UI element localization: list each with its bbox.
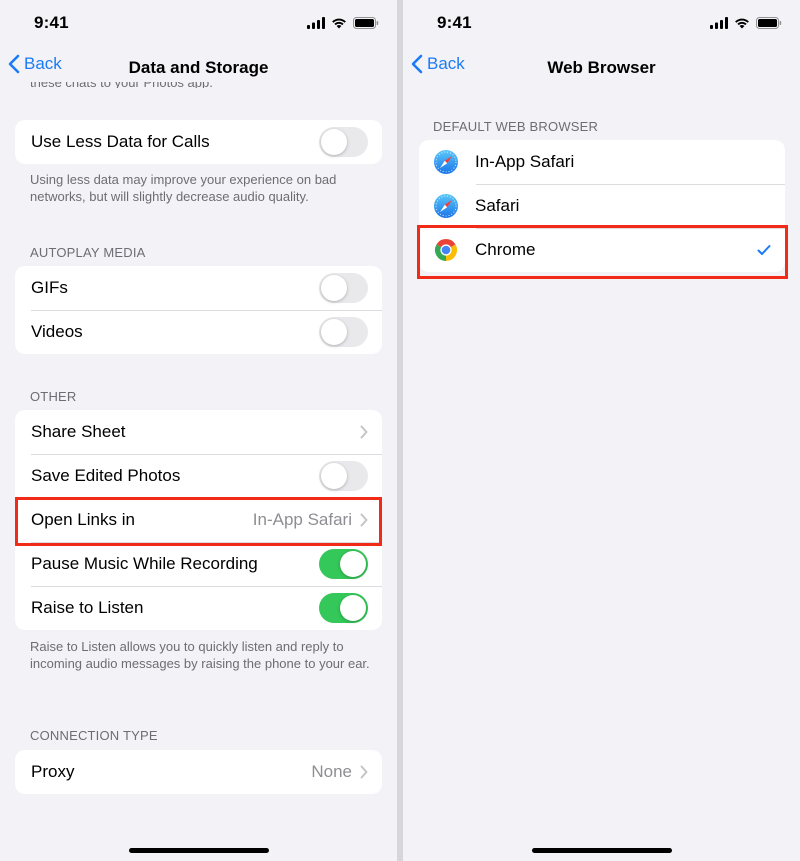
chevron-right-icon (360, 765, 368, 779)
row-share-sheet[interactable]: Share Sheet (15, 410, 382, 454)
chevron-right-icon (360, 425, 368, 439)
row-label: Use Less Data for Calls (31, 132, 210, 151)
status-bar: 9:41 (0, 0, 397, 46)
page-title: Data and Storage (128, 58, 269, 77)
use-less-data-toggle[interactable] (319, 127, 368, 157)
connection-group: Proxy None (15, 750, 382, 794)
row-label: Share Sheet (31, 422, 126, 441)
navigation-bar: Back Web Browser (403, 46, 800, 88)
page-title: Web Browser (547, 58, 656, 77)
wifi-icon (332, 18, 346, 29)
proxy-value: None (311, 762, 352, 781)
browser-option-in-app-safari[interactable]: In-App Safari (419, 140, 785, 184)
screen-data-and-storage: 9:41 Back Data and Storage these chats t… (0, 0, 397, 861)
row-gifs[interactable]: GIFs (15, 266, 382, 310)
row-label: Proxy (31, 762, 75, 781)
row-label: Raise to Listen (31, 598, 144, 617)
status-icons (307, 16, 379, 30)
row-use-less-data[interactable]: Use Less Data for Calls (15, 120, 382, 164)
calls-footnote: Using less data may improve your experie… (30, 172, 337, 204)
highlight-box (417, 225, 788, 279)
status-time: 9:41 (34, 13, 69, 32)
row-pause-music[interactable]: Pause Music While Recording (15, 542, 382, 586)
status-time: 9:41 (437, 13, 472, 32)
calls-group: Use Less Data for Calls (15, 120, 382, 164)
safari-icon (433, 149, 459, 175)
row-label: GIFs (31, 278, 68, 297)
row-label: Save Edited Photos (31, 466, 181, 485)
raise-to-listen-footnote: Raise to Listen allows you to quickly li… (30, 639, 370, 671)
autoplay-header: AUTOPLAY MEDIA (30, 245, 146, 260)
safari-icon (433, 193, 459, 219)
status-icons (710, 16, 782, 30)
connection-header: CONNECTION TYPE (30, 728, 158, 743)
autoplay-group: GIFs Videos (15, 266, 382, 354)
row-save-edited-photos[interactable]: Save Edited Photos (15, 454, 382, 498)
cellular-signal-icon (710, 17, 728, 29)
raise-to-listen-toggle[interactable] (319, 593, 368, 623)
cellular-signal-icon (307, 17, 325, 29)
nav-divider (0, 88, 397, 90)
status-bar: 9:41 (403, 0, 800, 46)
wifi-icon (735, 18, 749, 29)
default-browser-header: DEFAULT WEB BROWSER (433, 119, 599, 134)
row-videos[interactable]: Videos (15, 310, 382, 354)
battery-icon (353, 17, 379, 29)
other-header: OTHER (30, 389, 77, 404)
browser-label: In-App Safari (475, 152, 575, 171)
gifs-toggle[interactable] (319, 273, 368, 303)
home-indicator (128, 848, 269, 853)
battery-icon (756, 17, 782, 29)
home-indicator (531, 848, 672, 853)
row-label: Pause Music While Recording (31, 554, 258, 573)
highlight-box (15, 497, 382, 546)
videos-toggle[interactable] (319, 317, 368, 347)
pause-music-toggle[interactable] (319, 549, 368, 579)
save-edited-photos-toggle[interactable] (319, 461, 368, 491)
screen-web-browser: 9:41 Back Web Browser DEFAULT WEB BROWSE… (403, 0, 800, 861)
row-label: Videos (31, 322, 83, 341)
browser-label: Safari (475, 196, 520, 215)
browser-option-safari[interactable]: Safari (419, 184, 785, 228)
row-proxy[interactable]: Proxy None (15, 750, 382, 794)
row-raise-to-listen[interactable]: Raise to Listen (15, 586, 382, 630)
